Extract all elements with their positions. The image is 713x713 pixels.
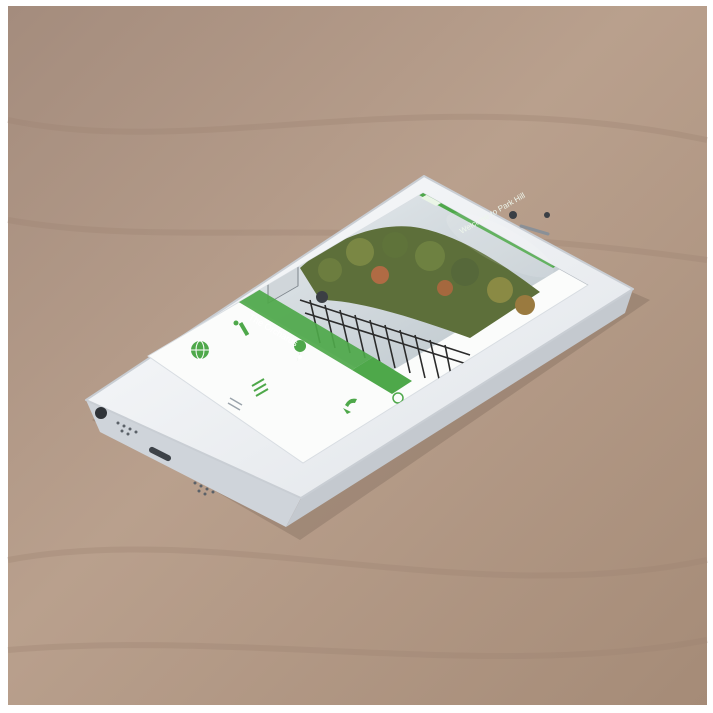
front-sensor — [544, 212, 550, 218]
globe-icon[interactable] — [191, 340, 209, 360]
headphone-jack — [95, 407, 107, 419]
gate-lamp — [316, 291, 328, 303]
front-camera — [509, 211, 517, 219]
photo-scene — [7, 6, 708, 705]
